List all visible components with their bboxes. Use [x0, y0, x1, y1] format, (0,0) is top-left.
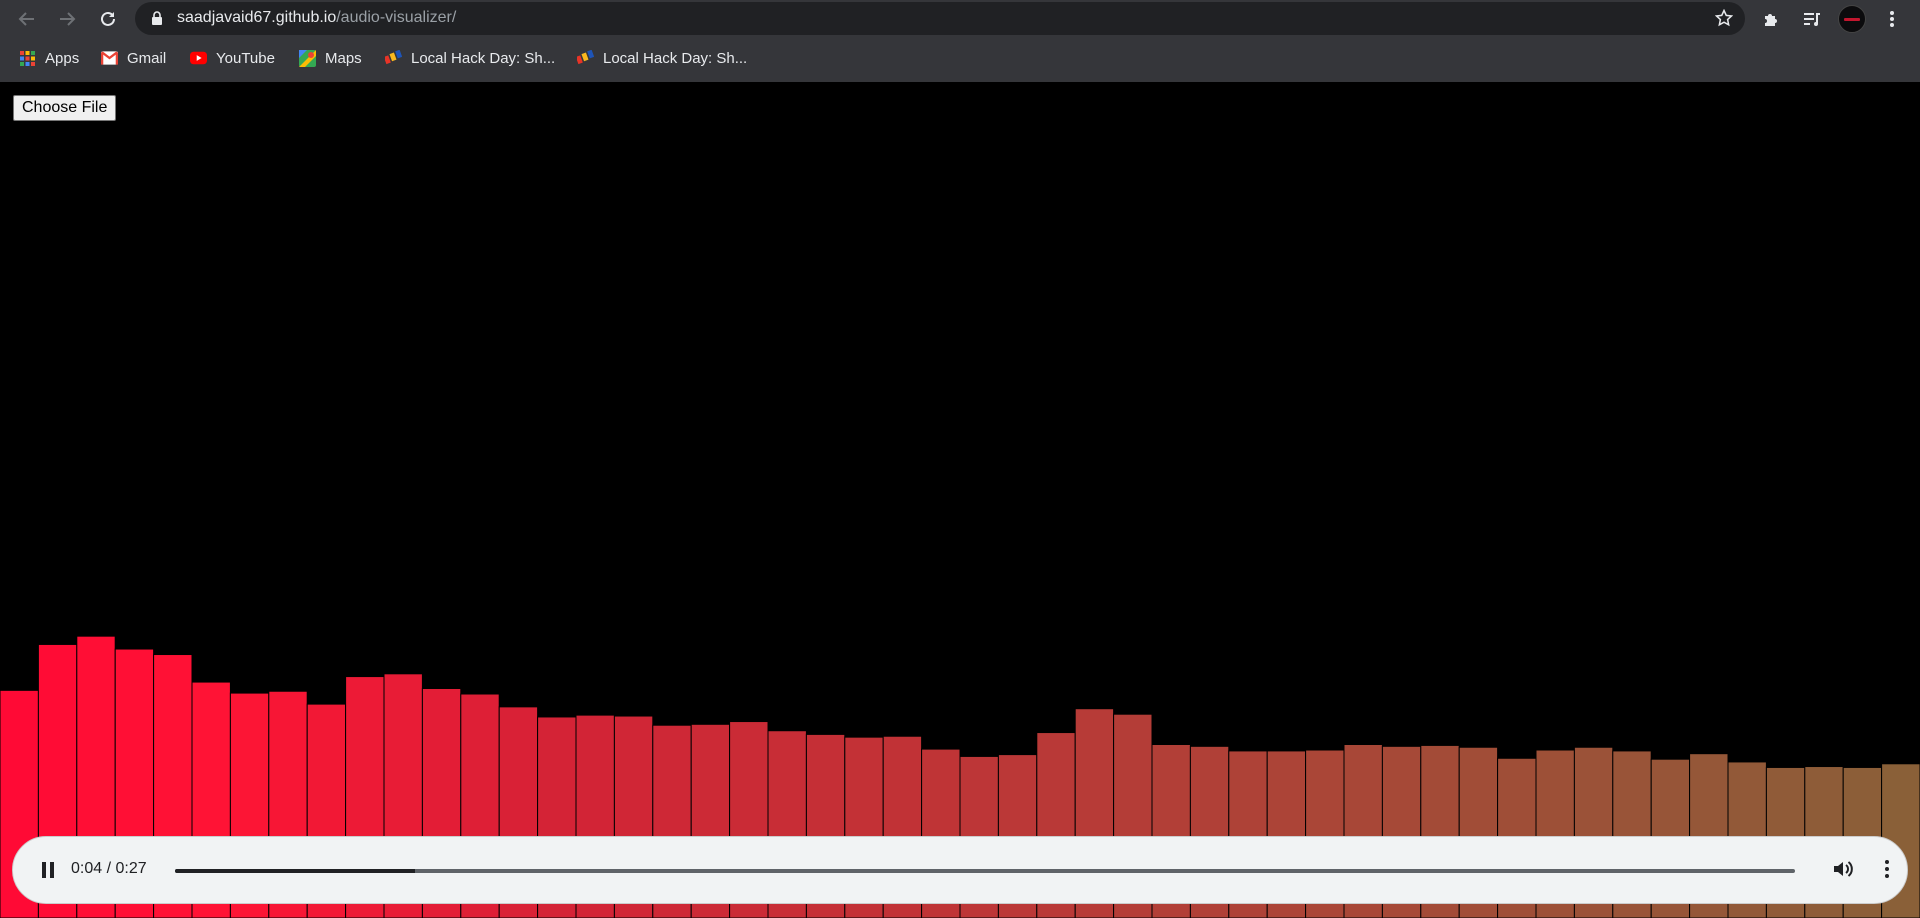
bookmark-gmail[interactable]: Gmail: [101, 46, 166, 70]
lock-icon: [152, 11, 162, 25]
bookmark-label: Maps: [325, 49, 362, 67]
choose-file-button[interactable]: Choose File: [13, 95, 117, 121]
forward-arrow-icon: [60, 12, 76, 26]
pause-button[interactable]: [33, 855, 63, 885]
pause-icon: [50, 862, 54, 878]
kebab-menu-icon: [1890, 11, 1894, 27]
mlh-icon: [385, 50, 402, 67]
browser-menu-button[interactable]: [1877, 4, 1907, 34]
bookmark-apps[interactable]: Apps: [19, 46, 79, 70]
bookmark-local-hack-day-2[interactable]: Local Hack Day: Sh...: [577, 46, 747, 70]
mlh-icon: [577, 50, 594, 67]
browser-toolbar: saadjavaid67.github.io/audio-visualizer/: [0, 0, 1920, 38]
reload-icon: [101, 11, 115, 26]
gmail-icon: [101, 50, 118, 67]
playlist-icon: [1804, 13, 1820, 26]
bookmark-label: YouTube: [216, 49, 275, 67]
bookmark-label: Local Hack Day: Sh...: [411, 49, 556, 67]
address-bar[interactable]: saadjavaid67.github.io/audio-visualizer/: [135, 2, 1745, 35]
maps-icon: [299, 49, 316, 67]
progress-track[interactable]: [175, 869, 1795, 873]
bookmark-maps[interactable]: Maps: [299, 46, 362, 70]
profile-avatar[interactable]: [1838, 5, 1866, 33]
volume-icon[interactable]: [1831, 857, 1855, 881]
bookmark-label: Gmail: [127, 49, 167, 67]
bookmark-star-icon[interactable]: [1715, 9, 1733, 27]
audio-player[interactable]: 0:04 / 0:27: [12, 836, 1908, 904]
avatar-mark: [1844, 17, 1860, 21]
time-display: 0:04 / 0:27: [71, 860, 147, 877]
bookmark-label: Local Hack Day: Sh...: [603, 49, 748, 67]
extensions-button[interactable]: [1757, 4, 1787, 34]
pause-icon: [42, 862, 46, 878]
bookmark-label: Apps: [45, 49, 80, 67]
forward-button[interactable]: [52, 4, 82, 34]
progress-fill: [175, 869, 415, 873]
back-button[interactable]: [12, 4, 42, 34]
url-host: saadjavaid67.github.io: [177, 9, 337, 26]
youtube-icon: [190, 50, 207, 67]
url-text: saadjavaid67.github.io/audio-visualizer/: [177, 9, 456, 27]
bookmark-youtube[interactable]: YouTube: [190, 46, 275, 70]
audio-visualizer: [0, 635, 1920, 918]
back-arrow-icon: [18, 12, 34, 26]
bookmark-local-hack-day-1[interactable]: Local Hack Day: Sh...: [385, 46, 555, 70]
more-options-icon[interactable]: [1875, 857, 1899, 881]
media-control-button[interactable]: [1797, 4, 1827, 34]
url-path: /audio-visualizer/: [336, 9, 457, 26]
apps-grid-icon: [19, 50, 36, 67]
puzzle-icon: [1765, 14, 1777, 26]
reload-button[interactable]: [93, 4, 123, 34]
browser-chrome: saadjavaid67.github.io/audio-visualizer/…: [0, 0, 1920, 82]
bookmarks-bar: Apps Gmail YouTube Maps Local Hack Day: …: [0, 42, 1920, 74]
